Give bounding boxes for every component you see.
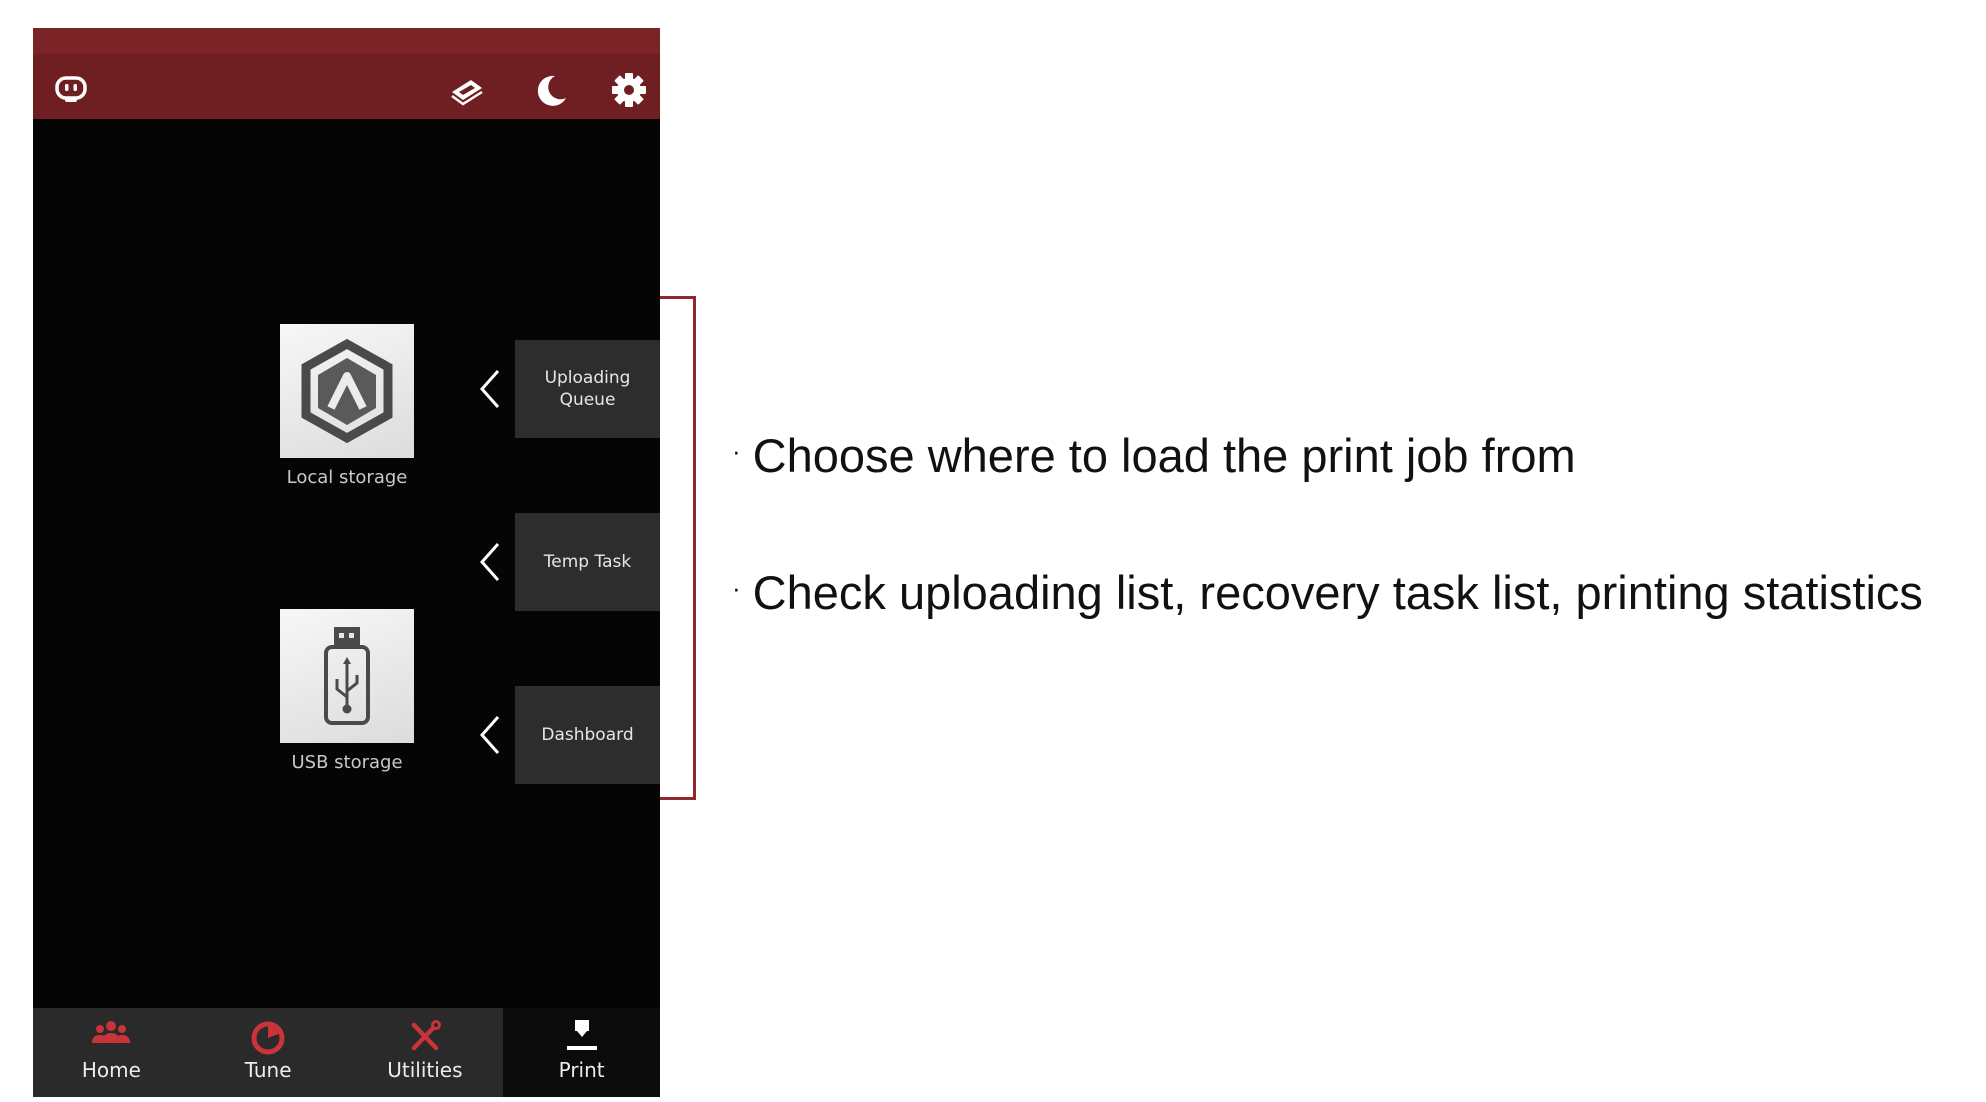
- nav-utilities[interactable]: Utilities: [347, 1008, 504, 1097]
- robot-face-icon[interactable]: [51, 70, 91, 110]
- local-storage-label: Local storage: [286, 467, 408, 488]
- nav-tune[interactable]: Tune: [190, 1008, 347, 1097]
- chevron-left-icon[interactable]: [474, 367, 504, 411]
- note-text: Choose where to load the print job from: [752, 429, 1576, 482]
- tools-icon: [405, 1016, 445, 1056]
- usb-drive-icon: [324, 627, 370, 725]
- top-header-bar: [33, 28, 660, 119]
- people-icon: [91, 1016, 131, 1056]
- nav-print[interactable]: Print: [503, 1008, 660, 1097]
- temp-task-button[interactable]: Temp Task: [515, 513, 660, 611]
- moon-icon[interactable]: [531, 70, 571, 110]
- nav-utilities-label: Utilities: [387, 1058, 463, 1082]
- pie-icon: [248, 1016, 288, 1056]
- bottom-nav: Home Tune Utilities Print: [33, 1008, 660, 1097]
- usb-storage-label: USB storage: [291, 752, 403, 773]
- tray-icon[interactable]: [447, 70, 487, 110]
- gear-icon[interactable]: [609, 70, 649, 110]
- printer-screen: Local storage USB storage Uploading Queu…: [33, 28, 660, 1097]
- nav-print-label: Print: [558, 1058, 605, 1082]
- print-icon: [562, 1016, 602, 1056]
- note-check-lists: · Check uploading list, recovery task lis…: [732, 565, 1923, 620]
- printer-logo-icon: [301, 338, 393, 444]
- callout-bracket: [660, 296, 696, 800]
- chevron-left-icon[interactable]: [474, 540, 504, 584]
- note-load-source: · Choose where to load the print job from: [732, 428, 1576, 483]
- chevron-left-icon[interactable]: [474, 713, 504, 757]
- uploading-queue-button[interactable]: Uploading Queue: [515, 340, 660, 438]
- nav-home-label: Home: [81, 1058, 141, 1082]
- local-storage-button[interactable]: [280, 324, 414, 458]
- bullet: ·: [732, 573, 741, 603]
- usb-storage-button[interactable]: [280, 609, 414, 743]
- nav-tune-label: Tune: [244, 1058, 292, 1082]
- note-text: Check uploading list, recovery task list…: [752, 566, 1923, 619]
- bullet: ·: [732, 436, 741, 466]
- dashboard-button[interactable]: Dashboard: [515, 686, 660, 784]
- nav-home[interactable]: Home: [33, 1008, 190, 1097]
- status-strip: [33, 28, 660, 54]
